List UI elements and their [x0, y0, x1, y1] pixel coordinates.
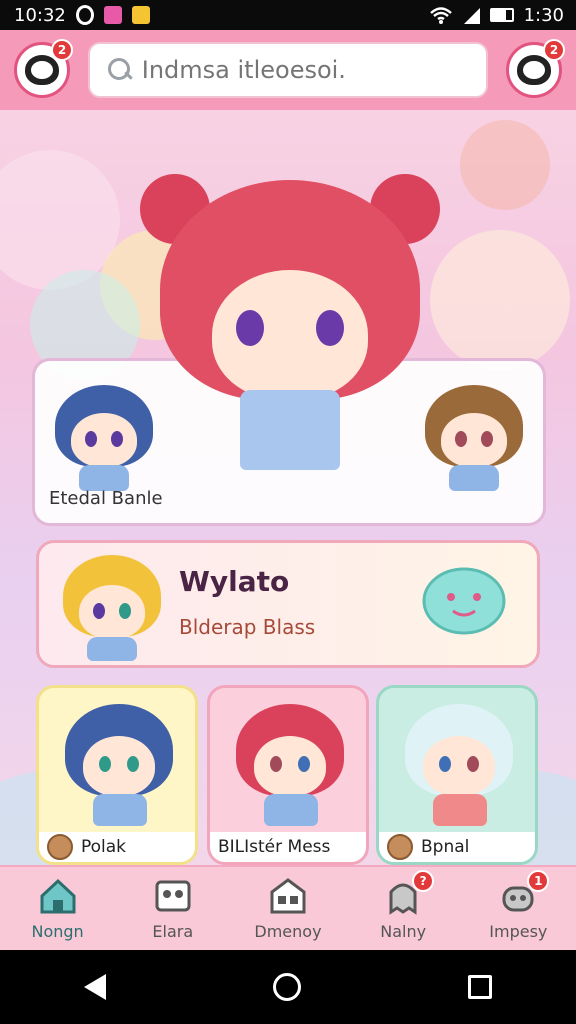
search-bar[interactable]	[88, 42, 488, 98]
character-card-image	[59, 698, 179, 828]
banner-subtitle: Blderap Blass	[179, 615, 316, 639]
character-card-image	[399, 698, 519, 828]
home-icon	[40, 878, 76, 914]
status-time-right: 1:30	[523, 4, 564, 26]
avatar-icon	[25, 55, 59, 85]
messages-button[interactable]: 2	[506, 39, 565, 98]
nav-home[interactable]: Nongn	[3, 876, 113, 941]
search-input[interactable]	[141, 56, 468, 84]
character-card-image	[230, 698, 350, 828]
nav-robot[interactable]: 1 Impesy	[463, 870, 573, 941]
recent-apps-icon[interactable]	[468, 975, 493, 999]
status-time: 10:32	[14, 4, 66, 26]
app-header: 2 2	[0, 30, 576, 110]
nav-gallery[interactable]: Elara	[118, 876, 228, 941]
hero-character	[140, 160, 440, 495]
store-icon	[270, 878, 306, 914]
nav-ghost[interactable]: ? Nalny	[348, 870, 458, 941]
character-card-label: Polak	[39, 832, 195, 862]
character-card-label: BILIstér Mess	[210, 832, 366, 862]
nav-badge: ?	[412, 870, 435, 892]
thumb-avatar	[387, 834, 413, 860]
promo-banner[interactable]: Wylato Blderap Blass	[36, 540, 540, 668]
character-card-label: Bpnal	[379, 832, 535, 862]
nav-store[interactable]: Dmenoy	[233, 876, 343, 941]
banner-character	[57, 551, 167, 661]
system-navigation	[0, 950, 576, 1024]
battery-icon	[489, 8, 514, 22]
circle-icon	[75, 5, 94, 25]
character-name: Bpnal	[421, 837, 470, 857]
thumb-avatar	[47, 834, 73, 860]
bottom-navigation: Nongn Elara Dmenoy ? Nalny 1 Impesy	[0, 865, 576, 950]
nav-label: Nalny	[380, 922, 427, 941]
search-icon[interactable]	[108, 58, 130, 82]
yellow-app-icon	[131, 6, 150, 24]
app-screen: 2 2 Etedal Banle	[0, 30, 576, 950]
profile-button[interactable]: 2	[14, 39, 73, 98]
status-left: 10:32	[14, 5, 150, 26]
gallery-icon	[155, 880, 191, 912]
banner-title: Wylato	[179, 565, 290, 598]
character-card[interactable]: BILIstér Mess	[207, 685, 369, 865]
bg-bear-blob	[430, 230, 570, 370]
back-icon[interactable]	[83, 974, 106, 1000]
home-circle-icon[interactable]	[272, 973, 301, 1001]
status-right: 1:30	[429, 4, 564, 26]
chat-avatar-icon	[517, 55, 551, 85]
nav-label: Nongn	[31, 922, 84, 941]
nav-badge: 1	[527, 870, 550, 892]
notification-badge: 2	[543, 39, 565, 61]
wifi-icon	[429, 7, 452, 24]
character-card[interactable]: Polak	[36, 685, 198, 865]
character-card[interactable]: Bpnal	[376, 685, 538, 865]
character-name: BILIstér Mess	[218, 837, 331, 857]
notification-badge: 2	[51, 39, 73, 61]
chat-bubble-icon	[422, 567, 506, 635]
nav-label: Impesy	[489, 922, 548, 941]
character-name: Polak	[81, 837, 127, 857]
signal-icon	[463, 8, 480, 24]
nav-label: Dmenoy	[254, 922, 322, 941]
pink-app-icon	[103, 6, 122, 24]
status-bar: 10:32 1:30	[0, 0, 576, 30]
nav-label: Elara	[152, 922, 194, 941]
bg-character-blob	[460, 120, 550, 210]
